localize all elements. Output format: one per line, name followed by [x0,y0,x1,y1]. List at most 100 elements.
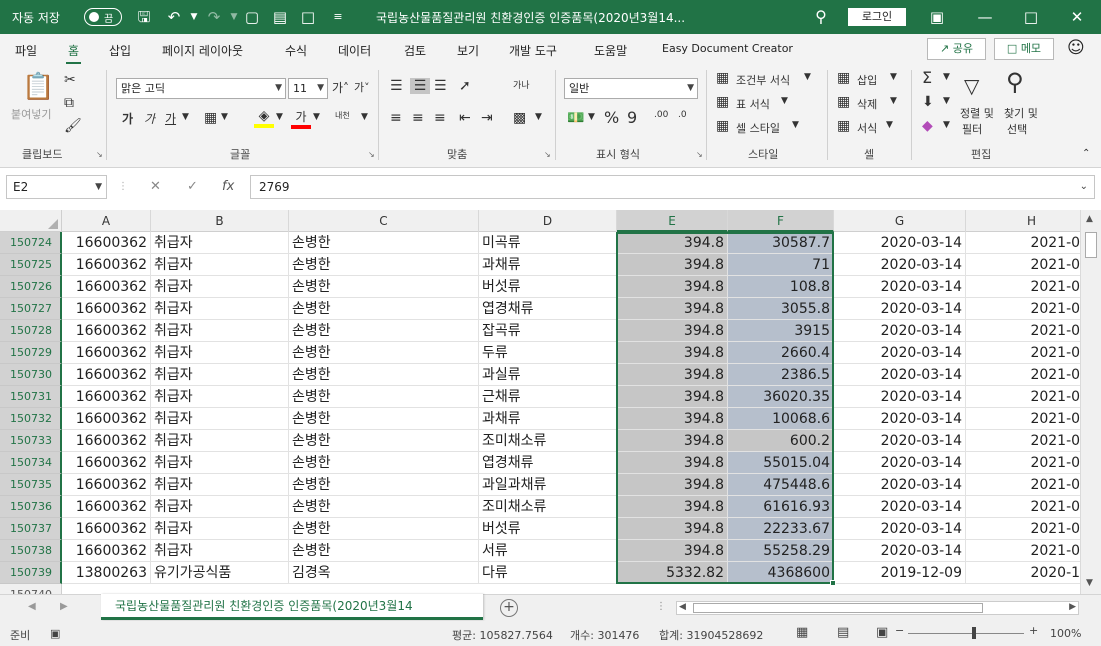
merge-center-icon[interactable]: ▩ [513,110,526,126]
cell-e[interactable]: 394.8 [617,452,728,474]
comma-style-icon[interactable]: 9 [627,108,637,127]
cell-c[interactable]: 손병한 [289,320,479,342]
decrease-font-icon[interactable]: 가˅ [354,79,370,95]
cell-d[interactable]: 서류 [479,540,617,562]
cell-e[interactable]: 394.8 [617,320,728,342]
cell-g[interactable]: 2020-03-14 [834,540,966,562]
chevron-down-icon[interactable]: ▼ [886,120,893,130]
tab-formulas[interactable]: 수식 [285,42,307,59]
align-right-icon[interactable]: ≡ [434,110,446,126]
format-cells-icon[interactable]: ▦ [837,118,850,134]
fill-dropdown-icon[interactable]: ▼ [943,96,950,106]
merge-dropdown-icon[interactable]: ▼ [535,112,542,122]
tab-view[interactable]: 보기 [457,42,479,59]
sort-filter-label[interactable]: 정렬 및 [960,105,994,121]
italic-button[interactable]: 가 [144,110,155,127]
cell-d[interactable]: 두류 [479,342,617,364]
chevron-down-icon[interactable]: ▼ [792,120,799,130]
cell-b[interactable]: 취급자 [151,298,289,320]
search-icon[interactable]: ⚲ [810,6,832,28]
accounting-format-icon[interactable]: 💵 [567,110,584,126]
cell-g[interactable]: 2020-03-14 [834,232,966,254]
row-header[interactable]: 150724 [0,232,62,254]
increase-indent-icon[interactable]: ⇥ [481,110,493,126]
font-color-button[interactable]: 가 [291,108,311,129]
save-icon[interactable]: 🖫 [133,6,155,28]
redo-icon[interactable]: ↷ [203,6,225,28]
format-cells-button[interactable]: 서식 [857,120,877,136]
cell-h[interactable]: 2021-03- [966,386,1080,408]
row-header[interactable]: 150731 [0,386,62,408]
cell-g[interactable]: 2020-03-14 [834,254,966,276]
cell-e[interactable]: 394.8 [617,298,728,320]
tab-insert[interactable]: 삽입 [109,42,131,59]
cell-f[interactable]: 2386.5 [728,364,834,386]
find-select-label[interactable]: 찾기 및 [1004,105,1038,121]
column-header-a[interactable]: A [62,210,151,232]
cell-h[interactable]: 2020-12- [966,562,1080,584]
tab-home[interactable]: 홈 [65,42,82,65]
row-header[interactable]: 150737 [0,518,62,540]
prev-sheet-icon[interactable]: ◀ [28,601,36,612]
scroll-right-icon[interactable]: ▶ [1069,602,1076,612]
cell-h[interactable]: 2021-03- [966,232,1080,254]
clear-dropdown-icon[interactable]: ▼ [943,120,950,130]
cell-g[interactable]: 2019-12-09 [834,562,966,584]
cell-c[interactable]: 손병한 [289,254,479,276]
ribbon-display-icon[interactable]: ▣ [926,6,948,28]
page-break-view-icon[interactable]: ▣ [876,625,888,640]
cell-d[interactable]: 버섯류 [479,518,617,540]
clear-icon[interactable]: ◆ [922,118,933,134]
cell-c[interactable]: 손병한 [289,540,479,562]
cell-f[interactable]: 10068.6 [728,408,834,430]
copy-icon[interactable]: ⧉ [64,95,74,111]
cell-f[interactable]: 55258.29 [728,540,834,562]
row-header[interactable]: 150725 [0,254,62,276]
login-button[interactable]: 로그인 [848,8,906,26]
cell-g[interactable]: 2020-03-14 [834,386,966,408]
close-icon[interactable]: ✕ [1054,0,1100,34]
cell-h[interactable]: 2021-03- [966,496,1080,518]
row-header[interactable]: 150736 [0,496,62,518]
cell-f[interactable]: 30587.7 [728,232,834,254]
number-dialog-icon[interactable]: ↘ [696,150,703,159]
cell-e[interactable]: 394.8 [617,474,728,496]
cell-g[interactable]: 2020-03-14 [834,474,966,496]
cell-d[interactable]: 근채류 [479,386,617,408]
cell-c[interactable]: 손병한 [289,496,479,518]
increase-decimal-icon[interactable]: .00 [654,110,668,120]
cell-f[interactable]: 3915 [728,320,834,342]
cell-b[interactable]: 취급자 [151,342,289,364]
row-header[interactable]: 150727 [0,298,62,320]
chevron-down-icon[interactable]: ▼ [804,72,811,82]
percent-icon[interactable]: % [604,108,619,127]
align-middle-icon[interactable]: ☰ [410,78,430,94]
sheet-tab[interactable]: 국립농산물품질관리원 친환경인증 인증품목(2020년3월14 [101,594,483,620]
cell-a[interactable]: 16600362 [62,386,151,408]
cell-a[interactable]: 16600362 [62,298,151,320]
cell-g[interactable]: 2020-03-14 [834,408,966,430]
cell-h[interactable]: 2021-03- [966,342,1080,364]
next-sheet-icon[interactable]: ▶ [60,601,68,612]
chevron-down-icon[interactable]: ▼ [890,72,897,82]
column-header-g[interactable]: G [834,210,966,232]
cell-h[interactable]: 2021-03- [966,298,1080,320]
delete-cells-button[interactable]: 삭제 [857,96,877,112]
cancel-icon[interactable]: ✕ [150,179,161,194]
cell-a[interactable]: 16600362 [62,496,151,518]
decrease-decimal-icon[interactable]: .0 [678,110,687,120]
cell-e[interactable]: 5332.82 [617,562,728,584]
tab-developer[interactable]: 개발 도구 [509,42,557,59]
cell-a[interactable]: 16600362 [62,276,151,298]
cell-b[interactable]: 취급자 [151,474,289,496]
cell-b[interactable]: 취급자 [151,540,289,562]
scroll-up-icon[interactable]: ▲ [1086,214,1093,224]
cell-a[interactable]: 16600362 [62,540,151,562]
cell-h[interactable]: 2021-03- [966,474,1080,496]
cell-b[interactable]: 취급자 [151,276,289,298]
cell-b[interactable]: 취급자 [151,430,289,452]
fill-icon[interactable]: ⬇ [922,94,934,110]
cell-g[interactable]: 2020-03-14 [834,276,966,298]
add-sheet-icon[interactable]: + [500,599,518,617]
fill-handle[interactable] [830,580,836,586]
